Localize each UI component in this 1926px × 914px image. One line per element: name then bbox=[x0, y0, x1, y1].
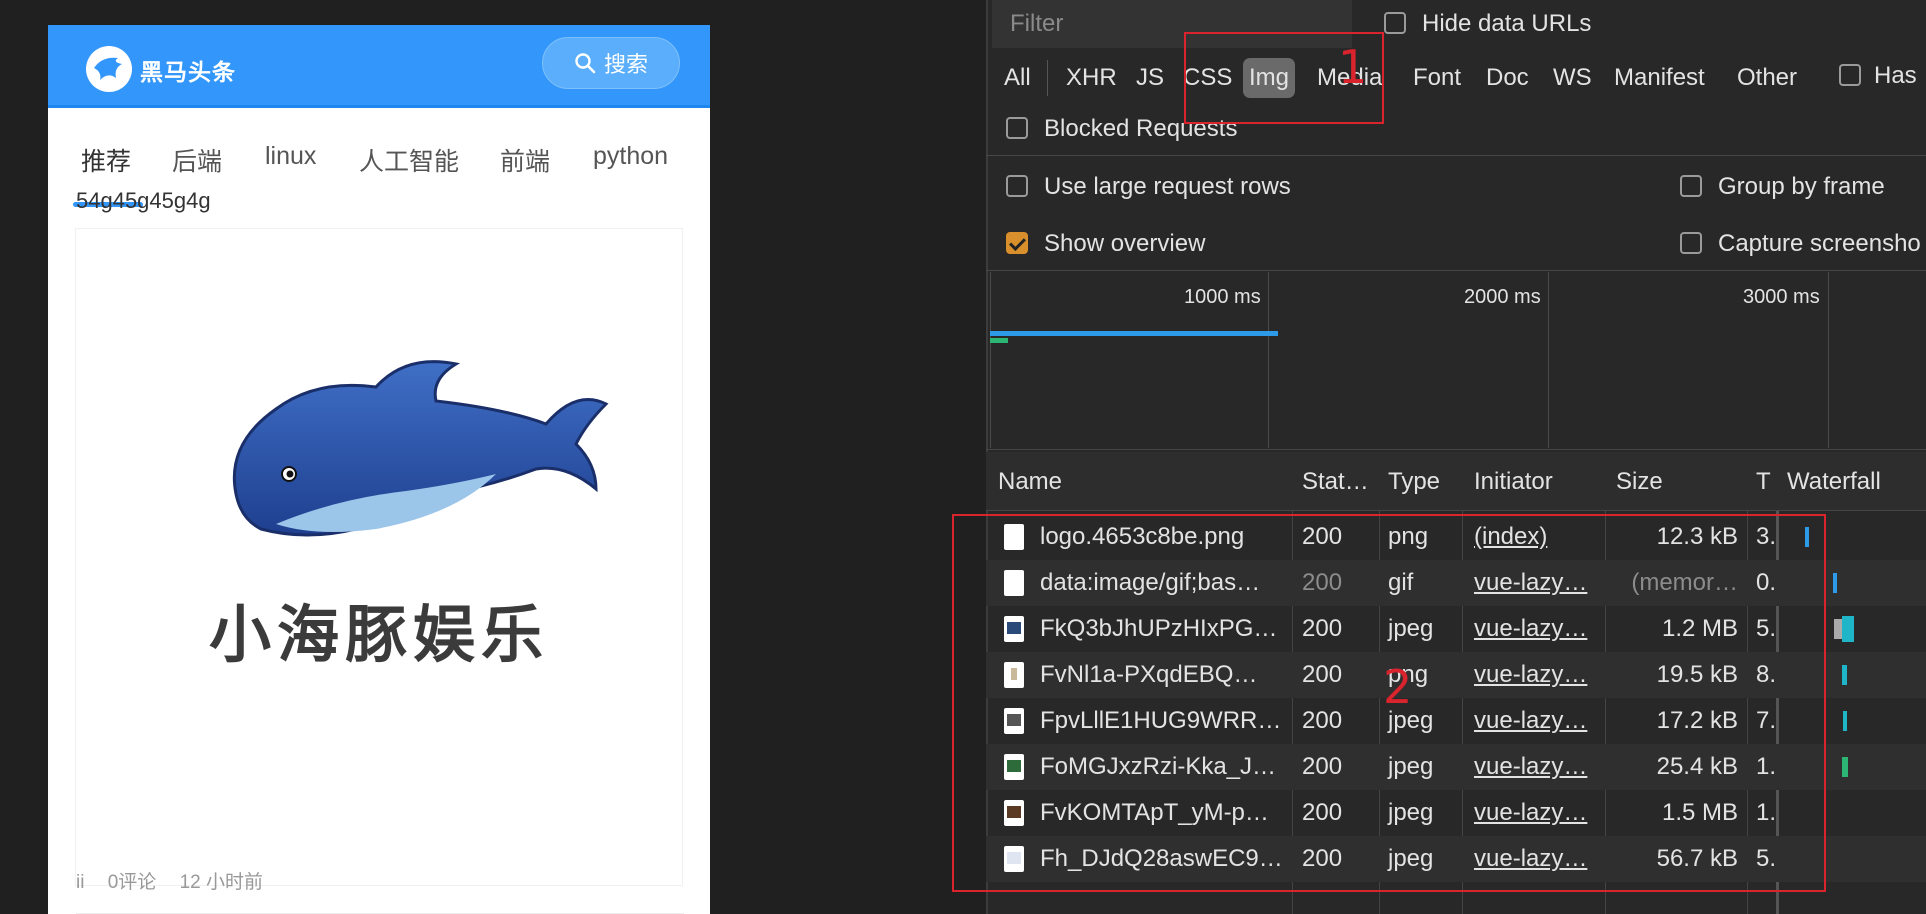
annotation-number-2: 2 bbox=[1383, 660, 1413, 714]
horse-logo-icon bbox=[94, 57, 122, 80]
dolphin-logo-image bbox=[232, 360, 609, 537]
search-button-label: 搜索 bbox=[603, 52, 648, 77]
tab-frontend[interactable]: 前端 bbox=[500, 142, 550, 178]
group-by-frame-label: Group by frame bbox=[1718, 173, 1885, 200]
filter-placeholder: Filter bbox=[1010, 10, 1064, 37]
tab-backend[interactable]: 后端 bbox=[172, 142, 222, 178]
overview-grid-line bbox=[1548, 272, 1549, 448]
waterfall-bar bbox=[1833, 573, 1837, 593]
overview-grid-line bbox=[1828, 272, 1829, 448]
column-status[interactable]: Stat… bbox=[1302, 468, 1369, 496]
overview-bottom-divider bbox=[986, 449, 1926, 450]
filter-separator bbox=[1047, 60, 1048, 96]
show-overview-checkbox[interactable] bbox=[1006, 232, 1028, 254]
capture-screenshots-label: Capture screensho bbox=[1718, 230, 1921, 257]
has-blocked-cookies-label: Has bbox=[1874, 62, 1917, 89]
column-initiator[interactable]: Initiator bbox=[1474, 468, 1553, 496]
blocked-requests-checkbox[interactable] bbox=[1006, 117, 1028, 139]
overview-bar-blue bbox=[990, 331, 1278, 336]
type-filter-other[interactable]: Other bbox=[1737, 64, 1797, 92]
app-title: 黑马头条 bbox=[140, 59, 236, 85]
show-overview-label: Show overview bbox=[1044, 230, 1206, 257]
waterfall-bar bbox=[1842, 616, 1854, 642]
article-title[interactable]: 54g45g45g4g bbox=[76, 188, 211, 214]
hide-data-urls-label: Hide data URLs bbox=[1422, 10, 1592, 37]
overview-bar-green bbox=[990, 338, 1008, 343]
column-type[interactable]: Type bbox=[1388, 468, 1440, 496]
overview-tick-2000: 2000 ms bbox=[1464, 286, 1541, 308]
brand-text: 小海豚娱乐 bbox=[208, 601, 549, 670]
type-filter-font[interactable]: Font bbox=[1413, 64, 1461, 92]
overview-tick-1000: 1000 ms bbox=[1184, 286, 1261, 308]
column-waterfall[interactable]: Waterfall bbox=[1787, 468, 1881, 496]
article-meta: ii 0评论 12 小时前 bbox=[76, 867, 281, 894]
app-header: 黑马头条 搜索 bbox=[48, 25, 710, 108]
has-blocked-cookies-checkbox[interactable] bbox=[1839, 64, 1861, 86]
waterfall-bar bbox=[1842, 757, 1848, 777]
waterfall-bar bbox=[1843, 711, 1847, 731]
type-filter-js[interactable]: JS bbox=[1136, 64, 1164, 92]
table-header: Name Stat… Type Initiator Size T Waterfa… bbox=[986, 452, 1926, 511]
mobile-app-preview: 黑马头条 搜索 推荐 后端 linux 人工智能 前端 python 54g45… bbox=[48, 25, 710, 914]
type-filter-all[interactable]: All bbox=[1004, 64, 1031, 92]
search-button[interactable]: 搜索 bbox=[542, 37, 680, 89]
group-by-frame-checkbox[interactable] bbox=[1680, 175, 1702, 197]
waterfall-bar bbox=[1842, 665, 1847, 685]
type-filter-ws[interactable]: WS bbox=[1553, 64, 1592, 92]
large-rows-checkbox[interactable] bbox=[1006, 175, 1028, 197]
tab-ai[interactable]: 人工智能 bbox=[359, 142, 459, 178]
devtools-network-panel: Filter Hide data URLs All XHR JS CSS Img… bbox=[986, 0, 1926, 914]
tab-python[interactable]: python bbox=[593, 142, 668, 171]
capture-screenshots-checkbox[interactable] bbox=[1680, 232, 1702, 254]
annotation-number-1: 1 bbox=[1338, 40, 1368, 94]
type-filter-xhr[interactable]: XHR bbox=[1066, 64, 1117, 92]
large-rows-label: Use large request rows bbox=[1044, 173, 1291, 200]
overview-tick-3000: 3000 ms bbox=[1743, 286, 1820, 308]
type-filter-manifest[interactable]: Manifest bbox=[1614, 64, 1705, 92]
overview-divider bbox=[986, 270, 1926, 271]
tab-recommend[interactable]: 推荐 bbox=[81, 142, 131, 178]
article-cover-image[interactable]: 小海豚娱乐 bbox=[75, 228, 683, 886]
annotation-box-2-left-edge bbox=[952, 514, 992, 892]
toolbar-divider bbox=[986, 155, 1926, 156]
article-time: 12 小时前 bbox=[179, 872, 264, 893]
article-author: ii bbox=[76, 872, 85, 893]
app-logo bbox=[86, 46, 132, 92]
overview-grid-line bbox=[990, 272, 991, 448]
search-icon bbox=[575, 53, 596, 74]
overview-grid-line bbox=[1268, 272, 1269, 448]
waterfall-bar bbox=[1834, 619, 1842, 639]
tab-linux[interactable]: linux bbox=[265, 142, 316, 171]
column-time[interactable]: T bbox=[1756, 468, 1771, 496]
hide-data-urls-checkbox[interactable] bbox=[1384, 12, 1406, 34]
article-comments: 0评论 bbox=[107, 872, 157, 893]
type-filter-doc[interactable]: Doc bbox=[1486, 64, 1529, 92]
column-name[interactable]: Name bbox=[998, 468, 1062, 496]
column-size[interactable]: Size bbox=[1616, 468, 1663, 496]
